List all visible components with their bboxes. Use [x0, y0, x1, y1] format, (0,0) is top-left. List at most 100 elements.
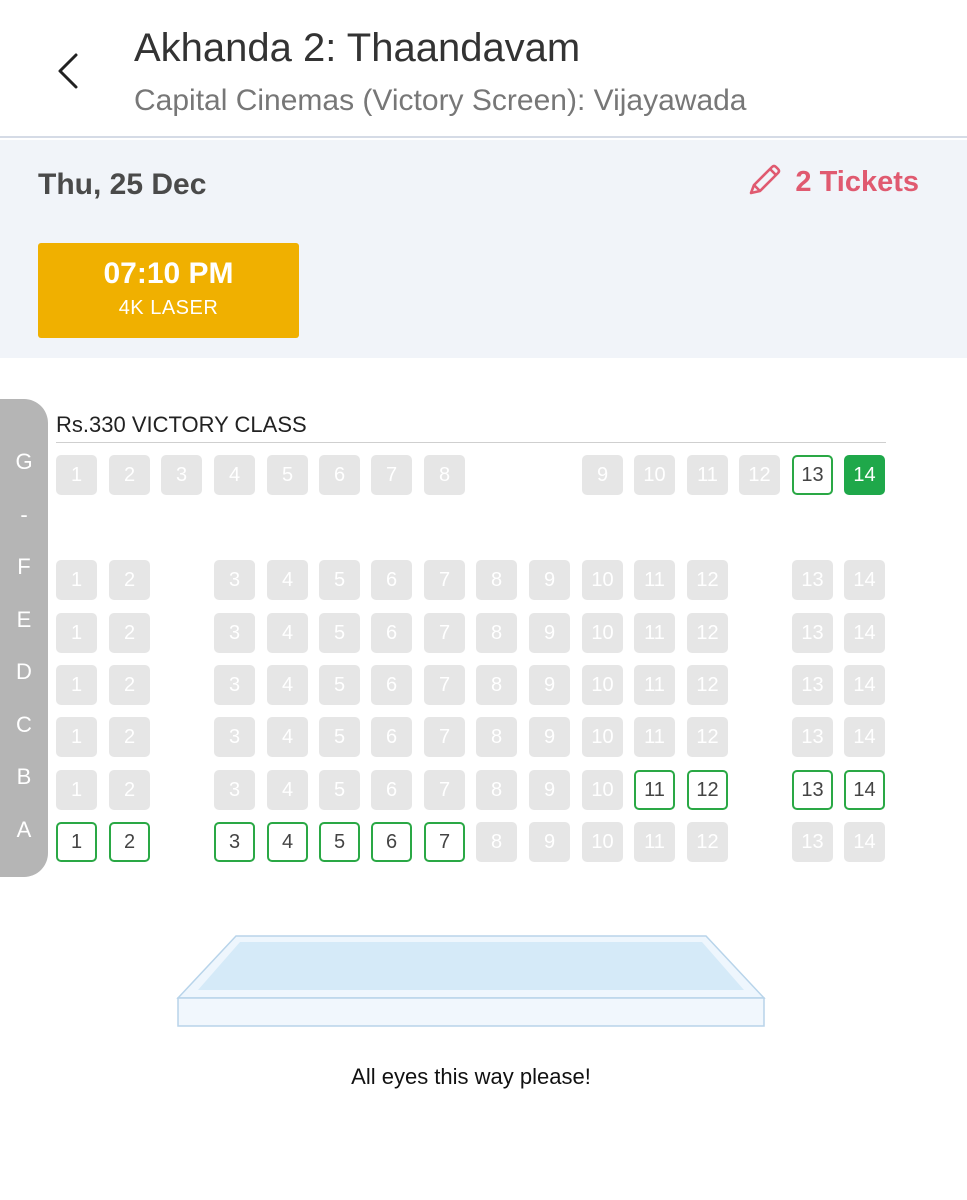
seat-d-7: 7 [424, 665, 465, 705]
seat-d-3: 3 [214, 665, 255, 705]
seat-c-8: 8 [476, 717, 517, 757]
seat-c-9: 9 [529, 717, 570, 757]
seat-d-13: 13 [792, 665, 833, 705]
seat-g-14[interactable]: 14 [844, 455, 885, 495]
seat-f-7: 7 [424, 560, 465, 600]
seat-c-14: 14 [844, 717, 885, 757]
seat-e-1: 1 [56, 613, 97, 653]
row-label: D [16, 659, 32, 684]
seat-a-2[interactable]: 2 [109, 822, 150, 862]
seat-b-8: 8 [476, 770, 517, 810]
seat-a-4[interactable]: 4 [267, 822, 308, 862]
row-label: G [15, 449, 33, 474]
seat-e-2: 2 [109, 613, 150, 653]
seat-e-3: 3 [214, 613, 255, 653]
seat-c-1: 1 [56, 717, 97, 757]
seat-e-6: 6 [371, 613, 412, 653]
seat-a-12: 12 [687, 822, 728, 862]
pencil-icon [750, 164, 781, 195]
seat-b-2: 2 [109, 770, 150, 810]
seat-b-11[interactable]: 11 [634, 770, 675, 810]
seat-d-11: 11 [634, 665, 675, 705]
seat-d-5: 5 [319, 665, 360, 705]
showtime-time: 07:10 PM [103, 257, 234, 290]
row-label: B [16, 764, 32, 789]
ticket-count: 2 Tickets [795, 165, 919, 198]
seat-a-6[interactable]: 6 [371, 822, 412, 862]
screen-graphic [176, 934, 766, 1028]
seat-e-5: 5 [319, 613, 360, 653]
seat-e-4: 4 [267, 613, 308, 653]
seat-f-10: 10 [582, 560, 623, 600]
movie-title: Akhanda 2: Thaandavam [134, 26, 581, 70]
seat-a-3[interactable]: 3 [214, 822, 255, 862]
seat-b-6: 6 [371, 770, 412, 810]
divider [56, 442, 886, 443]
seat-e-9: 9 [529, 613, 570, 653]
seat-f-2: 2 [109, 560, 150, 600]
show-info-bar: Thu, 25 Dec 2 Tickets 07:10 PM 4K LASER [0, 140, 967, 358]
venue-name: Capital Cinemas (Victory Screen): Vijaya… [134, 84, 747, 117]
seat-a-8: 8 [476, 822, 517, 862]
seat-e-12: 12 [687, 613, 728, 653]
seat-b-13[interactable]: 13 [792, 770, 833, 810]
seat-a-9: 9 [529, 822, 570, 862]
seat-b-12[interactable]: 12 [687, 770, 728, 810]
seat-f-13: 13 [792, 560, 833, 600]
seat-a-11: 11 [634, 822, 675, 862]
seat-f-12: 12 [687, 560, 728, 600]
seat-d-1: 1 [56, 665, 97, 705]
seat-f-3: 3 [214, 560, 255, 600]
seat-e-11: 11 [634, 613, 675, 653]
seat-f-5: 5 [319, 560, 360, 600]
seat-g-12: 12 [739, 455, 780, 495]
seat-c-11: 11 [634, 717, 675, 757]
seat-b-14[interactable]: 14 [844, 770, 885, 810]
seat-c-2: 2 [109, 717, 150, 757]
seat-g-4: 4 [214, 455, 255, 495]
seat-b-1: 1 [56, 770, 97, 810]
seat-b-9: 9 [529, 770, 570, 810]
seat-g-9: 9 [582, 455, 623, 495]
seat-e-8: 8 [476, 613, 517, 653]
seat-c-5: 5 [319, 717, 360, 757]
seat-c-3: 3 [214, 717, 255, 757]
seat-b-4: 4 [267, 770, 308, 810]
seat-g-11: 11 [687, 455, 728, 495]
seat-a-7[interactable]: 7 [424, 822, 465, 862]
seat-b-3: 3 [214, 770, 255, 810]
seat-b-5: 5 [319, 770, 360, 810]
seat-class-label: Rs.330 VICTORY CLASS [56, 412, 307, 437]
seat-g-6: 6 [319, 455, 360, 495]
seat-g-3: 3 [161, 455, 202, 495]
seat-g-8: 8 [424, 455, 465, 495]
seat-g-10: 10 [634, 455, 675, 495]
seat-g-7: 7 [371, 455, 412, 495]
seat-a-1[interactable]: 1 [56, 822, 97, 862]
row-label: - [20, 502, 28, 527]
show-date: Thu, 25 Dec [38, 168, 207, 201]
seat-d-6: 6 [371, 665, 412, 705]
seat-c-13: 13 [792, 717, 833, 757]
back-button[interactable] [48, 44, 88, 98]
seat-d-14: 14 [844, 665, 885, 705]
showtime-chip[interactable]: 07:10 PM 4K LASER [38, 243, 299, 338]
seat-b-7: 7 [424, 770, 465, 810]
seat-f-9: 9 [529, 560, 570, 600]
seat-d-4: 4 [267, 665, 308, 705]
seat-a-10: 10 [582, 822, 623, 862]
seat-d-2: 2 [109, 665, 150, 705]
row-label-rail: G - F E D C B A [0, 399, 48, 877]
edit-tickets-button[interactable]: 2 Tickets [743, 162, 919, 202]
seat-b-10: 10 [582, 770, 623, 810]
seat-a-5[interactable]: 5 [319, 822, 360, 862]
row-label: A [16, 817, 32, 842]
seat-d-10: 10 [582, 665, 623, 705]
seat-g-2: 2 [109, 455, 150, 495]
screen-icon [176, 935, 766, 1027]
seat-e-7: 7 [424, 613, 465, 653]
seat-f-4: 4 [267, 560, 308, 600]
seat-g-13[interactable]: 13 [792, 455, 833, 495]
seat-f-11: 11 [634, 560, 675, 600]
seat-g-1: 1 [56, 455, 97, 495]
